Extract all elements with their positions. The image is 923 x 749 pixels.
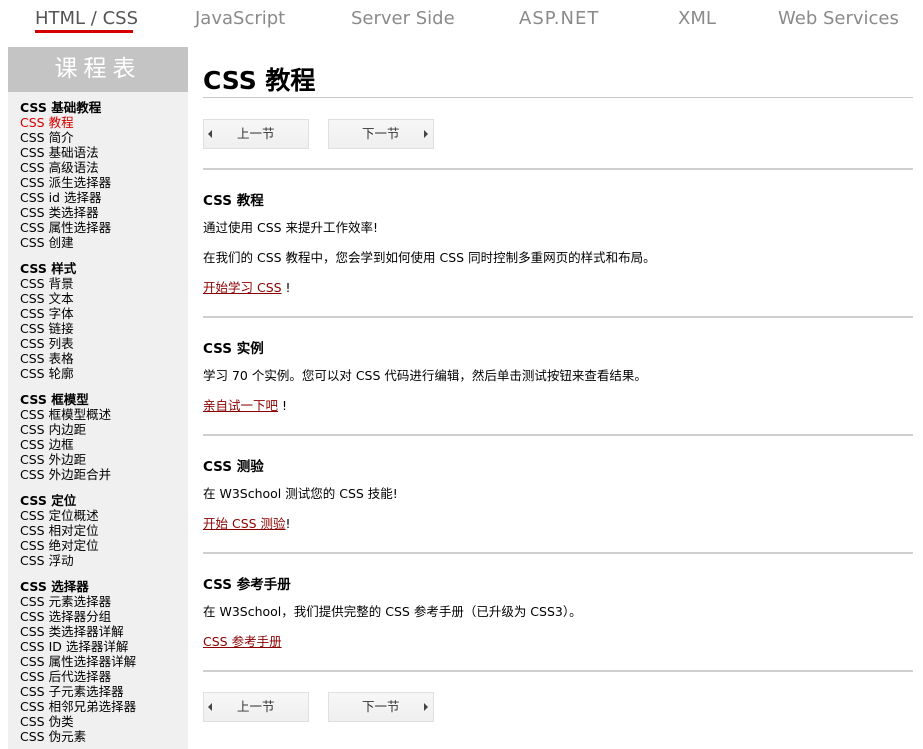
chevron-right-icon bbox=[424, 130, 428, 138]
sidebar-item[interactable]: CSS 定位概述 bbox=[20, 508, 188, 523]
link-suffix: ! bbox=[285, 516, 291, 531]
section-text: 在我们的 CSS 教程中，您会学到如何使用 CSS 同时控制多重网页的样式和布局… bbox=[203, 250, 656, 265]
next-section-button[interactable]: 下一节 bbox=[328, 119, 434, 149]
chevron-right-icon bbox=[424, 703, 428, 711]
chevron-left-icon bbox=[208, 130, 212, 138]
next-label: 下一节 bbox=[362, 699, 400, 714]
sidebar-item[interactable]: CSS 子元素选择器 bbox=[20, 684, 188, 699]
next-section-button[interactable]: 下一节 bbox=[328, 692, 434, 722]
sidebar-group-title: CSS 框模型 bbox=[20, 392, 89, 407]
sidebar-item[interactable]: CSS 相邻兄弟选择器 bbox=[20, 699, 188, 714]
sidebar-item[interactable]: CSS 选择器分组 bbox=[20, 609, 188, 624]
sidebar-item[interactable]: CSS 外边距 bbox=[20, 452, 188, 467]
sidebar-item[interactable]: CSS ID 选择器详解 bbox=[20, 639, 188, 654]
section-heading: CSS 教程 bbox=[203, 193, 264, 209]
sidebar-title: 课程表 bbox=[8, 47, 188, 92]
sidebar-item[interactable]: CSS 内边距 bbox=[20, 422, 188, 437]
sidebar-item[interactable]: CSS 创建 bbox=[20, 235, 188, 250]
sidebar-item[interactable]: CSS 伪元素 bbox=[20, 729, 188, 744]
sidebar-group-title: CSS 基础教程 bbox=[20, 100, 102, 115]
section-link-row: 开始学习 CSS ! bbox=[203, 280, 913, 296]
top-navigation: HTML / CSS JavaScript Server Side ASP.NE… bbox=[0, 0, 923, 40]
sidebar-item[interactable]: CSS id 选择器 bbox=[20, 190, 188, 205]
sidebar-item[interactable]: CSS 后代选择器 bbox=[20, 669, 188, 684]
sidebar-item[interactable]: CSS 链接 bbox=[20, 321, 188, 336]
sidebar-item[interactable]: CSS 浮动 bbox=[20, 553, 188, 568]
sidebar-item[interactable]: CSS 字体 bbox=[20, 306, 188, 321]
css-reference-link[interactable]: CSS 参考手册 bbox=[203, 634, 282, 649]
nav-xml[interactable]: XML bbox=[678, 8, 716, 29]
sidebar-item[interactable]: CSS 文本 bbox=[20, 291, 188, 306]
sidebar-item[interactable]: CSS 列表 bbox=[20, 336, 188, 351]
sidebar-item[interactable]: CSS 外边距合并 bbox=[20, 467, 188, 482]
sidebar-item[interactable]: CSS 类选择器 bbox=[20, 205, 188, 220]
sidebar-item[interactable]: CSS 绝对定位 bbox=[20, 538, 188, 553]
section-css-examples: CSS 实例 学习 70 个实例。您可以对 CSS 代码进行编辑，然后单击测试按… bbox=[203, 318, 913, 414]
chevron-left-icon bbox=[208, 703, 212, 711]
section-css-reference: CSS 参考手册 在 W3School，我们提供完整的 CSS 参考手册（已升级… bbox=[203, 554, 913, 650]
pager-bottom: 上一节 下一节 bbox=[203, 692, 913, 722]
section-text: 通过使用 CSS 来提升工作效率! bbox=[203, 220, 379, 235]
sidebar-item[interactable]: CSS 伪类 bbox=[20, 714, 188, 729]
section-css-tutorial: CSS 教程 通过使用 CSS 来提升工作效率! 在我们的 CSS 教程中，您会… bbox=[203, 170, 913, 296]
sidebar-item[interactable]: CSS 表格 bbox=[20, 351, 188, 366]
sidebar-item[interactable]: CSS 类选择器详解 bbox=[20, 624, 188, 639]
nav-javascript[interactable]: JavaScript bbox=[195, 8, 285, 29]
pager-top: 上一节 下一节 bbox=[203, 119, 913, 149]
link-suffix: ! bbox=[278, 398, 287, 413]
sidebar-group-title: CSS 选择器 bbox=[20, 579, 89, 594]
sidebar-group-title: CSS 定位 bbox=[20, 493, 77, 508]
try-it-yourself-link[interactable]: 亲自试一下吧 bbox=[203, 398, 278, 413]
next-label: 下一节 bbox=[362, 126, 400, 141]
nav-web-services[interactable]: Web Services bbox=[778, 8, 899, 29]
section-link-row: CSS 参考手册 bbox=[203, 634, 913, 650]
section-text: 学习 70 个实例。您可以对 CSS 代码进行编辑，然后单击测试按钮来查看结果。 bbox=[203, 368, 647, 383]
sidebar-item-css-tutorial[interactable]: CSS 教程 bbox=[20, 115, 188, 130]
start-learning-css-link[interactable]: 开始学习 CSS bbox=[203, 280, 282, 295]
nav-server-side[interactable]: Server Side bbox=[351, 8, 455, 29]
sidebar-item[interactable]: CSS 轮廓 bbox=[20, 366, 188, 381]
sidebar: 课程表 CSS 基础教程 CSS 教程 CSS 简介 CSS 基础语法 CSS … bbox=[8, 47, 188, 749]
sidebar-item[interactable]: CSS 基础语法 bbox=[20, 145, 188, 160]
section-text: 在 W3School 测试您的 CSS 技能! bbox=[203, 486, 398, 501]
sidebar-item[interactable]: CSS 派生选择器 bbox=[20, 175, 188, 190]
prev-label: 上一节 bbox=[237, 699, 275, 714]
main-content: CSS 教程 上一节 下一节 CSS 教程 通过使用 CSS 来提升工作效率! … bbox=[203, 47, 913, 722]
sidebar-groups: CSS 基础教程 CSS 教程 CSS 简介 CSS 基础语法 CSS 高级语法… bbox=[8, 92, 188, 744]
sidebar-item[interactable]: CSS 框模型概述 bbox=[20, 407, 188, 422]
sidebar-item[interactable]: CSS 元素选择器 bbox=[20, 594, 188, 609]
link-suffix: ! bbox=[281, 280, 291, 295]
page-title: CSS 教程 bbox=[203, 66, 316, 95]
sidebar-item[interactable]: CSS 高级语法 bbox=[20, 160, 188, 175]
sidebar-group-title: CSS 样式 bbox=[20, 261, 77, 276]
sidebar-item[interactable]: CSS 背景 bbox=[20, 276, 188, 291]
section-heading: CSS 参考手册 bbox=[203, 577, 291, 593]
active-nav-underline bbox=[35, 30, 133, 33]
nav-aspnet[interactable]: ASP.NET bbox=[519, 8, 599, 29]
section-css-quiz: CSS 测验 在 W3School 测试您的 CSS 技能! 开始 CSS 测验… bbox=[203, 436, 913, 532]
nav-html-css[interactable]: HTML / CSS bbox=[35, 8, 138, 29]
start-css-quiz-link[interactable]: 开始 CSS 测验 bbox=[203, 516, 286, 531]
sidebar-item[interactable]: CSS 简介 bbox=[20, 130, 188, 145]
sidebar-item[interactable]: CSS 边框 bbox=[20, 437, 188, 452]
section-heading: CSS 测验 bbox=[203, 459, 264, 475]
prev-label: 上一节 bbox=[237, 126, 275, 141]
sidebar-item[interactable]: CSS 属性选择器 bbox=[20, 220, 188, 235]
prev-section-button[interactable]: 上一节 bbox=[203, 119, 309, 149]
sidebar-item[interactable]: CSS 相对定位 bbox=[20, 523, 188, 538]
section-text: 在 W3School，我们提供完整的 CSS 参考手册（已升级为 CSS3）。 bbox=[203, 604, 582, 619]
section-link-row: 开始 CSS 测验! bbox=[203, 516, 913, 532]
prev-section-button[interactable]: 上一节 bbox=[203, 692, 309, 722]
section-link-row: 亲自试一下吧 ! bbox=[203, 398, 913, 414]
sidebar-item[interactable]: CSS 属性选择器详解 bbox=[20, 654, 188, 669]
divider bbox=[203, 97, 913, 98]
divider bbox=[203, 670, 913, 672]
section-heading: CSS 实例 bbox=[203, 341, 264, 357]
